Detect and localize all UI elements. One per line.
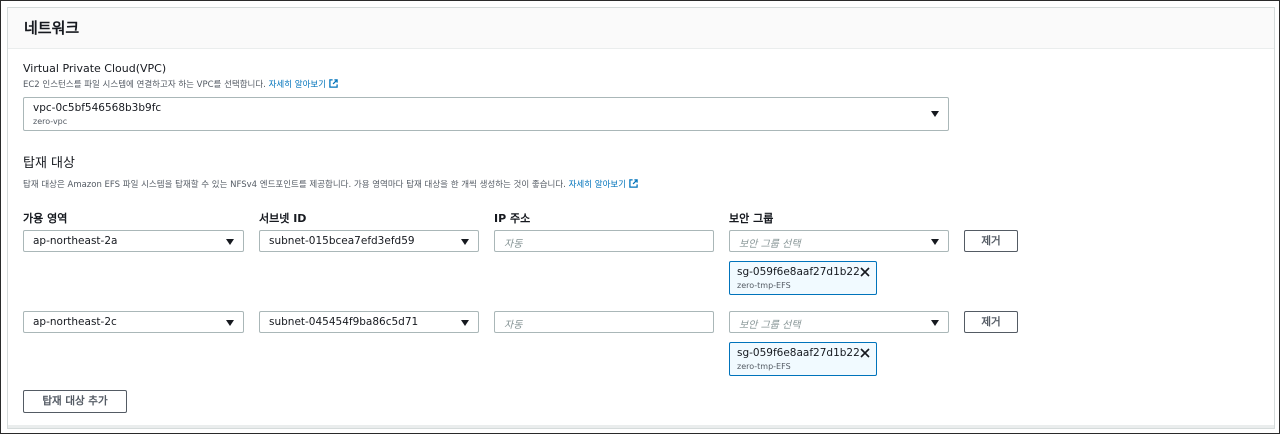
external-link-icon (329, 79, 338, 88)
token-sg-id: sg-059f6e8aaf27d1b22 (737, 347, 860, 359)
security-group-select[interactable]: 보안 그룹 선택 (729, 230, 949, 252)
token-sg-name: zero-tmp-EFS (737, 362, 791, 371)
panel-header: 네트워크 (8, 8, 1274, 49)
mount-targets-learn-more-text: 자세히 알아보기 (568, 180, 627, 190)
az-select[interactable]: ap-northeast-2c (23, 311, 244, 333)
security-group-select[interactable]: 보안 그룹 선택 (729, 311, 949, 333)
az-value: ap-northeast-2c (33, 316, 117, 328)
security-group-placeholder: 보안 그룹 선택 (739, 239, 801, 250)
caret-down-icon (226, 239, 234, 245)
close-icon[interactable] (859, 266, 871, 278)
mount-targets-learn-more-link[interactable]: 자세히 알아보기 (568, 179, 638, 190)
vpc-description-text: EC2 인스턴스를 파일 시스템에 연결하고자 하는 VPC를 선택합니다. (23, 80, 266, 90)
column-header-az: 가용 영역 (23, 212, 68, 225)
token-sg-id: sg-059f6e8aaf27d1b22 (737, 266, 860, 278)
subnet-select[interactable]: subnet-045454f9ba86c5d71 (259, 311, 479, 333)
caret-down-icon (931, 239, 939, 245)
vpc-selected-name: zero-vpc (33, 117, 68, 126)
remove-button[interactable]: 제거 (964, 311, 1018, 333)
column-header-sg: 보안 그룹 (729, 212, 774, 225)
security-group-placeholder: 보안 그룹 선택 (739, 320, 801, 331)
subnet-select[interactable]: subnet-015bcea7efd3efd59 (259, 230, 479, 252)
external-link-icon (629, 179, 638, 188)
close-icon[interactable] (859, 347, 871, 359)
caret-down-icon (461, 239, 469, 245)
security-group-token: sg-059f6e8aaf27d1b22 zero-tmp-EFS (729, 342, 877, 376)
column-header-subnet: 서브넷 ID (259, 212, 307, 225)
subnet-value: subnet-015bcea7efd3efd59 (269, 235, 415, 247)
caret-down-icon (226, 320, 234, 326)
caret-down-icon (931, 320, 939, 326)
ip-address-input[interactable]: 자동 (494, 230, 714, 252)
vpc-learn-more-link[interactable]: 자세히 알아보기 (268, 79, 338, 90)
mount-targets-description: 탑재 대상은 Amazon EFS 파일 시스템을 탑재할 수 있는 NFSv4… (23, 178, 638, 190)
panel-bottom-border (8, 425, 1274, 428)
subnet-value: subnet-045454f9ba86c5d71 (269, 316, 419, 328)
vpc-label: Virtual Private Cloud(VPC) (23, 62, 167, 75)
ip-address-input[interactable]: 자동 (494, 311, 714, 333)
network-panel: 네트워크 Virtual Private Cloud(VPC) EC2 인스턴스… (7, 7, 1275, 429)
token-sg-name: zero-tmp-EFS (737, 281, 791, 290)
az-select[interactable]: ap-northeast-2a (23, 230, 244, 252)
ip-placeholder: 자동 (504, 239, 523, 250)
vpc-selected-id: vpc-0c5bf546568b3b9fc (33, 102, 162, 114)
column-header-ip: IP 주소 (494, 212, 531, 225)
vpc-learn-more-text: 자세히 알아보기 (268, 80, 327, 90)
security-group-token: sg-059f6e8aaf27d1b22 zero-tmp-EFS (729, 261, 877, 295)
az-value: ap-northeast-2a (33, 235, 118, 247)
add-mount-target-button[interactable]: 탑재 대상 추가 (23, 390, 127, 413)
vpc-description: EC2 인스턴스를 파일 시스템에 연결하고자 하는 VPC를 선택합니다. 자… (23, 78, 338, 90)
remove-button[interactable]: 제거 (964, 230, 1018, 252)
mount-targets-description-text: 탑재 대상은 Amazon EFS 파일 시스템을 탑재할 수 있는 NFSv4… (23, 180, 566, 190)
mount-targets-title: 탑재 대상 (23, 156, 75, 171)
panel-title: 네트워크 (24, 19, 80, 37)
vpc-select[interactable]: vpc-0c5bf546568b3b9fc zero-vpc (23, 97, 949, 131)
page-frame: 네트워크 Virtual Private Cloud(VPC) EC2 인스턴스… (0, 0, 1280, 434)
caret-down-icon (461, 320, 469, 326)
caret-down-icon (931, 111, 939, 117)
ip-placeholder: 자동 (504, 320, 523, 331)
